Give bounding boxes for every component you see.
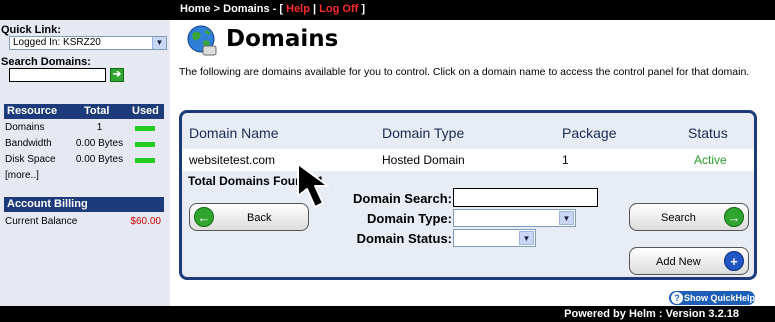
search-go-icon[interactable]: ➔ [110, 68, 124, 82]
chevron-down-icon[interactable]: ▼ [519, 231, 534, 245]
add-new-button-label: Add New [656, 256, 701, 268]
search-button[interactable]: Search → [629, 203, 749, 231]
back-button-label: Back [247, 212, 272, 224]
quick-link-label: Quick Link: [1, 24, 61, 36]
quick-link-select[interactable]: Logged In: KSRZ20 ▼ [9, 36, 167, 50]
search-domains-label: Search Domains: [1, 56, 91, 68]
resource-header: Resource [7, 105, 58, 117]
column-domain-type[interactable]: Domain Type [382, 125, 464, 141]
sidebar: Quick Link: Logged In: KSRZ20 ▼ Search D… [0, 20, 170, 306]
current-balance-label: Current Balance [5, 216, 78, 227]
footer-text: Powered by Helm : Version 3.2.18 [564, 308, 739, 320]
used-header: Used [132, 105, 159, 117]
breadcrumb-domains-link[interactable]: Domains [223, 3, 269, 15]
resource-table-header: Resource Total Used [4, 104, 164, 119]
domain-name-link[interactable]: websitetest.com [189, 153, 275, 167]
domains-panel: Domain Name Domain Type Package Status w… [179, 110, 757, 280]
breadcrumb-home-link[interactable]: Home [180, 3, 211, 15]
domain-type-label: Domain Type: [367, 211, 452, 226]
table-row[interactable]: websitetest.com Hosted Domain 1 Active [182, 149, 754, 171]
show-quickhelp-label: Show QuickHelp [684, 293, 756, 303]
quick-link-value: Logged In: KSRZ20 [13, 37, 101, 48]
chevron-down-icon[interactable]: ▼ [152, 37, 166, 49]
breadcrumb: Home > Domains - [ Help | Log Off ] [180, 3, 365, 15]
footer-bar: Powered by Helm : Version 3.2.18 [0, 306, 775, 322]
usage-bar [135, 126, 155, 131]
open-bracket: [ [279, 3, 284, 15]
search-button-label: Search [661, 212, 696, 224]
status-cell: Active [694, 153, 727, 167]
top-nav-bar: Home > Domains - [ Help | Log Off ] [0, 0, 775, 20]
plus-icon: + [724, 251, 744, 271]
package-cell: 1 [562, 153, 569, 167]
page-title: Domains [226, 26, 339, 52]
breadcrumb-dash: - [272, 3, 277, 15]
add-new-button[interactable]: Add New + [629, 247, 749, 275]
link-divider: | [313, 3, 317, 15]
show-quickhelp-button[interactable]: ? Show QuickHelp [669, 291, 755, 305]
resource-name: Bandwidth [5, 138, 52, 149]
intro-text: The following are domains available for … [179, 66, 750, 78]
total-header: Total [84, 105, 110, 117]
account-billing-header: Account Billing [4, 197, 164, 212]
domain-type-select[interactable]: ▼ [453, 209, 576, 227]
help-question-icon: ? [671, 292, 683, 304]
log-off-link[interactable]: Log Off [319, 3, 358, 15]
resource-name: Domains [5, 122, 45, 133]
close-bracket: ] [361, 3, 366, 15]
resource-total: 1 [96, 122, 103, 133]
help-link[interactable]: Help [286, 3, 310, 15]
current-balance-value: $60.00 [130, 216, 161, 227]
breadcrumb-separator: > [213, 3, 221, 15]
current-balance-row: Current Balance $60.00 [5, 216, 161, 227]
column-status[interactable]: Status [688, 125, 728, 141]
globe-icon [187, 25, 217, 56]
usage-bar [135, 142, 155, 147]
column-domain-name[interactable]: Domain Name [189, 125, 278, 141]
domain-status-label: Domain Status: [356, 231, 452, 246]
domain-table-header: Domain Name Domain Type Package Status [182, 119, 754, 147]
back-button[interactable]: ← Back [189, 203, 309, 231]
domain-status-select[interactable]: ▼ [453, 229, 536, 247]
forward-arrow-icon: → [724, 207, 744, 227]
resource-row: Domains 1 [5, 122, 165, 136]
resource-total: 0.00 Bytes [75, 138, 124, 149]
domain-type-cell: Hosted Domain [382, 153, 465, 167]
domain-search-label: Domain Search: [353, 191, 452, 206]
resource-name: Disk Space [5, 154, 56, 165]
resource-total: 0.00 Bytes [75, 154, 124, 165]
resource-row: Bandwidth 0.00 Bytes [5, 138, 165, 152]
search-domains-input[interactable] [9, 68, 106, 82]
mouse-cursor-icon [297, 163, 329, 208]
domain-search-input[interactable] [453, 188, 598, 207]
back-arrow-icon: ← [194, 207, 214, 227]
column-package[interactable]: Package [562, 125, 616, 141]
more-resources-link[interactable]: [more..] [5, 170, 39, 181]
usage-bar [135, 158, 155, 163]
resource-row: Disk Space 0.00 Bytes [5, 154, 165, 168]
chevron-down-icon[interactable]: ▼ [559, 211, 574, 225]
